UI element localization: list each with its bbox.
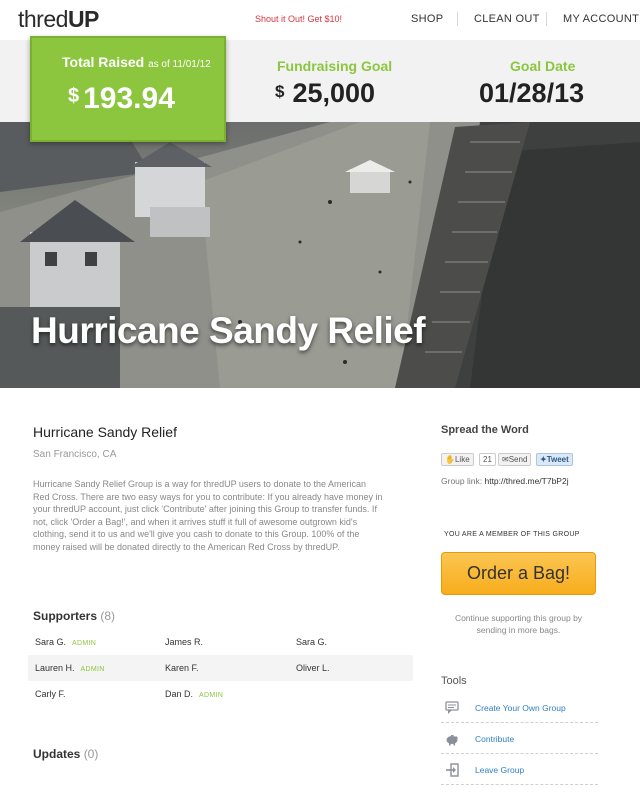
- admin-tag: ADMIN: [80, 666, 105, 673]
- goal-date-label: Goal Date: [510, 58, 576, 74]
- promo-link[interactable]: Shout it Out! Get $10!: [255, 14, 342, 24]
- total-raised-value: $193.94: [68, 82, 175, 116]
- supporter[interactable]: Carly F.: [35, 689, 66, 699]
- goal-value: $25,000: [275, 78, 375, 109]
- supporter[interactable]: Karen F.: [165, 663, 199, 673]
- tools-heading: Tools: [441, 675, 467, 687]
- tool-contribute[interactable]: Contribute: [441, 727, 598, 754]
- group-location: San Francisco, CA: [33, 449, 117, 460]
- total-currency: $: [68, 85, 80, 107]
- tool-label: Create Your Own Group: [475, 703, 566, 713]
- spread-heading: Spread the Word: [441, 424, 529, 436]
- supporter-name: Sara G.: [35, 637, 67, 647]
- supporters-row: Carly F. Dan D. ADMIN: [28, 681, 413, 707]
- hero-title: Hurricane Sandy Relief: [31, 310, 426, 351]
- nav-divider: [546, 12, 547, 26]
- supporter[interactable]: Sara G. ADMIN: [35, 637, 96, 647]
- supporter-name: Lauren H.: [35, 663, 75, 673]
- admin-tag: ADMIN: [72, 640, 97, 647]
- tool-create-group[interactable]: Create Your Own Group: [441, 696, 598, 723]
- supporter-name: Karen F.: [165, 663, 199, 673]
- tool-leave-group[interactable]: Leave Group: [441, 758, 598, 785]
- supporter[interactable]: Dan D. ADMIN: [165, 689, 223, 699]
- tweet-label: Tweet: [546, 455, 569, 464]
- group-link-url[interactable]: http://thred.me/T7bP2j: [484, 476, 568, 486]
- exit-door-icon: [446, 763, 459, 777]
- admin-tag: ADMIN: [199, 692, 224, 699]
- nav-clean-out[interactable]: CLEAN OUT: [474, 13, 540, 25]
- group-description: Hurricane Sandy Relief Group is a way fo…: [33, 479, 383, 552]
- twitter-bird-icon: ✦: [540, 455, 547, 464]
- thredup-logo[interactable]: thredUP: [18, 6, 99, 33]
- nav-divider: [457, 12, 458, 26]
- tweet-button[interactable]: ✦Tweet: [536, 453, 573, 466]
- goal-label: Fundraising Goal: [277, 58, 393, 74]
- supporter[interactable]: Sara G.: [296, 637, 327, 647]
- total-amount: 193.94: [83, 82, 175, 115]
- chat-bubble-icon: [445, 701, 459, 714]
- tool-label: Leave Group: [475, 765, 525, 775]
- supporters-row: Lauren H. ADMIN Karen F. Oliver L.: [28, 655, 413, 681]
- hero-image: Hurricane Sandy Relief: [0, 122, 640, 388]
- updates-heading: Updates (0): [33, 747, 98, 761]
- supporters-row: Sara G. ADMIN James R. Sara G.: [28, 629, 413, 655]
- facebook-send-button[interactable]: ✉Send: [498, 453, 532, 466]
- supporter-name: Sara G.: [296, 637, 328, 647]
- supporter[interactable]: Lauren H. ADMIN: [35, 663, 105, 673]
- tool-label: Contribute: [475, 734, 515, 744]
- updates-count: (0): [83, 747, 99, 761]
- like-count: 21: [479, 453, 496, 466]
- total-raised-title: Total Raised: [62, 54, 145, 70]
- envelope-icon: ✉: [502, 455, 509, 464]
- member-status: YOU ARE A MEMBER OF THIS GROUP: [444, 531, 580, 538]
- goal-currency: $: [275, 82, 285, 101]
- order-bag-button[interactable]: Order a Bag!: [441, 552, 596, 595]
- goal-date-value: 01/28/13: [479, 78, 585, 108]
- like-label: Like: [454, 455, 470, 464]
- supporter-name: James R.: [165, 637, 204, 647]
- logo-text-up: UP: [67, 6, 99, 32]
- supporters-label: Supporters: [33, 609, 98, 623]
- goal-amount: 25,000: [292, 78, 376, 108]
- group-link-label: Group link:: [441, 476, 483, 486]
- total-raised-badge: Total Raised as of 11/01/12 $193.94: [30, 36, 226, 142]
- supporter-name: Carly F.: [35, 689, 66, 699]
- supporter-name: Oliver L.: [296, 663, 330, 673]
- nav-my-account[interactable]: MY ACCOUNT: [563, 13, 639, 25]
- group-title: Hurricane Sandy Relief: [33, 424, 177, 440]
- supporters-heading: Supporters (8): [33, 609, 115, 623]
- facebook-like-button[interactable]: ✋Like: [441, 453, 474, 466]
- thumb-icon: ✋: [445, 455, 455, 464]
- group-link: Group link: http://thred.me/T7bP2j: [441, 476, 569, 486]
- nav-shop[interactable]: SHOP: [411, 13, 443, 25]
- logo-text-thred: thred: [18, 6, 68, 32]
- send-label: Send: [508, 455, 528, 464]
- supporters-count: (8): [100, 609, 116, 623]
- supporter[interactable]: Oliver L.: [296, 663, 330, 673]
- top-bar: thredUP Shout it Out! Get $10! SHOP CLEA…: [0, 0, 640, 40]
- updates-label: Updates: [33, 747, 81, 761]
- total-raised-label: Total Raised as of 11/01/12: [62, 54, 211, 70]
- supporter-name: Dan D.: [165, 689, 194, 699]
- continue-text: Continue supporting this group by sendin…: [454, 613, 583, 635]
- total-raised-date: as of 11/01/12: [148, 59, 211, 70]
- piggy-bank-icon: [446, 735, 458, 746]
- supporter[interactable]: James R.: [165, 637, 203, 647]
